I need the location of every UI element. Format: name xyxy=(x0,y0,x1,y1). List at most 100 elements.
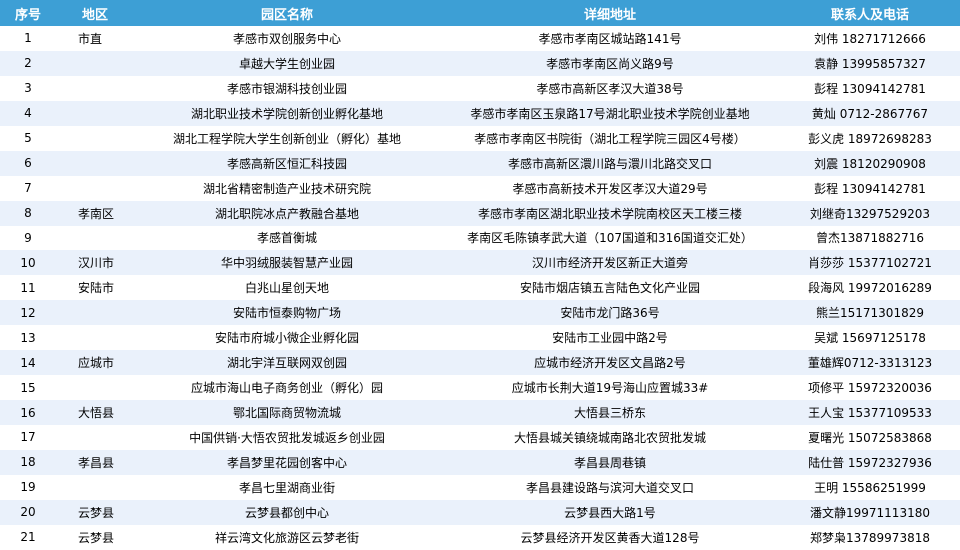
cell-address: 孝南区毛陈镇孝武大道（107国道和316国道交汇处） xyxy=(467,231,753,246)
table-row: 13 安陆市府城小微企业孵化园 安陆市工业园中路2号 吴斌 15697125178 xyxy=(0,325,960,351)
header-park-name: 园区名称 xyxy=(260,7,313,23)
table-row: 5 湖北工程学院大学生创新创业（孵化）基地 孝感市孝南区书院街（湖北工程学院三园区4… xyxy=(0,125,960,151)
cell-region xyxy=(56,176,134,201)
cell-index: 8 xyxy=(24,206,32,221)
cell-index: 20 xyxy=(20,505,36,520)
cell-park-name: 祥云湾文化旅游区云梦老街 xyxy=(214,530,359,545)
cell-park-name: 鄂北国际商贸物流城 xyxy=(232,406,341,421)
cell-contact: 段海风 19972016289 xyxy=(808,281,932,296)
cell-park-name: 湖北职院冰点产教融合基地 xyxy=(214,206,359,221)
cell-index: 9 xyxy=(24,230,32,245)
cell-contact: 项修平 15972320036 xyxy=(808,381,932,396)
cell-region xyxy=(56,475,134,500)
header-region: 地区 xyxy=(81,7,108,23)
cell-region: 应城市 xyxy=(78,356,115,371)
cell-region xyxy=(56,226,134,251)
cell-contact: 熊兰15171301829 xyxy=(816,306,924,321)
cell-contact: 刘震 18120290908 xyxy=(814,156,926,171)
cell-region xyxy=(56,375,134,400)
cell-contact: 彭程 13094142781 xyxy=(814,81,926,96)
cell-contact: 夏曙光 15072583868 xyxy=(808,430,932,445)
cell-index: 6 xyxy=(24,156,32,171)
cell-address: 孝昌县周巷镇 xyxy=(573,455,646,470)
cell-index: 4 xyxy=(24,106,32,121)
cell-contact: 彭义虎 18972698283 xyxy=(808,131,932,146)
cell-park-name: 安陆市恒泰购物广场 xyxy=(232,306,341,321)
cell-park-name: 孝感市银湖科技创业园 xyxy=(226,81,347,96)
table-row: 21 云梦县 祥云湾文化旅游区云梦老街 云梦县经济开发区黄香大道128号 郑梦枭1378… xyxy=(0,524,960,550)
table-row: 12 安陆市恒泰购物广场 安陆市龙门路36号 熊兰15171301829 xyxy=(0,300,960,326)
cell-address: 汉川市经济开发区新正大道旁 xyxy=(531,256,688,271)
cell-region xyxy=(56,126,134,151)
cell-park-name: 云梦县都创中心 xyxy=(244,505,329,520)
cell-contact: 郑梦枭13789973818 xyxy=(810,530,930,545)
cell-address: 孝昌县建设路与滨河大道交叉口 xyxy=(525,480,694,495)
table-row: 20 云梦县 云梦县都创中心 云梦县西大路1号 潘文静19971113180 xyxy=(0,499,960,525)
cell-address: 云梦县西大路1号 xyxy=(564,505,656,520)
cell-region xyxy=(56,425,134,450)
table-header-row: 序号 地区 园区名称 详细地址 联系人及电话 xyxy=(0,0,960,26)
cell-park-name: 白兆山星创天地 xyxy=(244,281,329,296)
table-body: 1 市直 孝感市双创服务中心 孝感市孝南区城站路141号 刘伟 18271712666 2… xyxy=(0,26,960,550)
cell-address: 应城市经济开发区文昌路2号 xyxy=(534,356,686,371)
table-row: 8 孝南区 湖北职院冰点产教融合基地 孝感市孝南区湖北职业技术学院南校区天工楼三楼 刘继… xyxy=(0,200,960,226)
cell-region: 云梦县 xyxy=(78,505,115,520)
cell-index: 21 xyxy=(20,530,36,545)
table-row: 3 孝感市银湖科技创业园 孝感市高新区孝汉大道38号 彭程 13094142781 xyxy=(0,75,960,101)
cell-contact: 陆仕普 15972327936 xyxy=(808,455,932,470)
cell-contact: 董雄辉0712-3313123 xyxy=(807,356,933,371)
cell-address: 云梦县经济开发区黄香大道128号 xyxy=(520,530,700,545)
cell-index: 7 xyxy=(24,181,32,196)
cell-address: 安陆市工业园中路2号 xyxy=(552,331,668,346)
cell-address: 安陆市烟店镇五言陆色文化产业园 xyxy=(519,281,700,296)
table-row: 15 应城市海山电子商务创业（孵化）园 应城市长荆大道19号海山应置城33# 项修平 … xyxy=(0,375,960,401)
cell-park-name: 孝昌梦里花园创客中心 xyxy=(226,455,347,470)
table-row: 19 孝昌七里湖商业街 孝昌县建设路与滨河大道交叉口 王明 15586251999 xyxy=(0,474,960,500)
cell-park-name: 卓越大学生创业园 xyxy=(238,56,335,71)
cell-region xyxy=(56,325,134,350)
cell-region: 孝南区 xyxy=(78,206,115,221)
cell-index: 10 xyxy=(20,255,36,270)
cell-park-name: 华中羽绒服装智慧产业园 xyxy=(220,256,353,271)
cell-index: 1 xyxy=(24,31,32,46)
cell-index: 13 xyxy=(20,330,36,345)
cell-park-name: 安陆市府城小微企业孵化园 xyxy=(214,331,359,346)
incubator-park-table: 序号 地区 园区名称 详细地址 联系人及电话 1 市直 孝感市双创服务中心 孝感市孝南… xyxy=(0,0,960,550)
cell-region: 安陆市 xyxy=(78,281,115,296)
table-row: 18 孝昌县 孝昌梦里花园创客中心 孝昌县周巷镇 陆仕普 15972327936 xyxy=(0,449,960,475)
cell-index: 12 xyxy=(20,305,36,320)
cell-index: 14 xyxy=(20,355,36,370)
cell-region xyxy=(56,101,134,126)
cell-index: 16 xyxy=(20,405,36,420)
cell-address: 应城市长荆大道19号海山应置城33# xyxy=(511,381,709,396)
cell-index: 18 xyxy=(20,455,36,470)
cell-contact: 彭程 13094142781 xyxy=(814,181,926,196)
header-address: 详细地址 xyxy=(583,7,636,23)
cell-region: 云梦县 xyxy=(78,530,115,545)
cell-park-name: 湖北宇洋互联网双创园 xyxy=(226,356,347,371)
cell-park-name: 湖北职业技术学院创新创业孵化基地 xyxy=(190,106,383,121)
cell-address: 孝感市孝南区湖北职业技术学院南校区天工楼三楼 xyxy=(477,206,742,221)
cell-address: 孝感市高新区澴川路与澴川北路交叉口 xyxy=(507,156,712,171)
table-row: 14 应城市 湖北宇洋互联网双创园 应城市经济开发区文昌路2号 董雄辉0712-3313… xyxy=(0,350,960,376)
cell-park-name: 湖北工程学院大学生创新创业（孵化）基地 xyxy=(172,131,401,146)
cell-index: 15 xyxy=(20,380,36,395)
cell-park-name: 中国供销·大悟农贸批发城返乡创业园 xyxy=(189,430,385,445)
table-row: 10 汉川市 华中羽绒服装智慧产业园 汉川市经济开发区新正大道旁 肖莎莎 1537710… xyxy=(0,250,960,276)
cell-park-name: 孝感市双创服务中心 xyxy=(232,31,341,46)
cell-contact: 刘继奇13297529203 xyxy=(810,206,930,221)
table-row: 9 孝感首衡城 孝南区毛陈镇孝武大道（107国道和316国道交汇处） 曾杰138718… xyxy=(0,225,960,251)
table-row: 11 安陆市 白兆山星创天地 安陆市烟店镇五言陆色文化产业园 段海风 199720162… xyxy=(0,275,960,301)
table-row: 17 中国供销·大悟农贸批发城返乡创业园 大悟县城关镇绕城南路北农贸批发城 夏曙光 1… xyxy=(0,425,960,450)
cell-address: 孝感市孝南区玉泉路17号湖北职业技术学院创业基地 xyxy=(470,106,750,121)
cell-region: 汉川市 xyxy=(78,256,115,271)
cell-index: 17 xyxy=(20,430,36,445)
cell-address: 孝感市孝南区尚义路9号 xyxy=(546,56,674,71)
cell-park-name: 孝感高新区恒汇科技园 xyxy=(226,156,347,171)
cell-address: 大悟县三桥东 xyxy=(573,406,646,421)
cell-region xyxy=(56,300,134,325)
table-row: 16 大悟县 鄂北国际商贸物流城 大悟县三桥东 王人宝 15377109533 xyxy=(0,400,960,425)
cell-region xyxy=(56,76,134,101)
cell-contact: 吴斌 15697125178 xyxy=(814,331,926,346)
cell-region: 孝昌县 xyxy=(78,455,115,470)
